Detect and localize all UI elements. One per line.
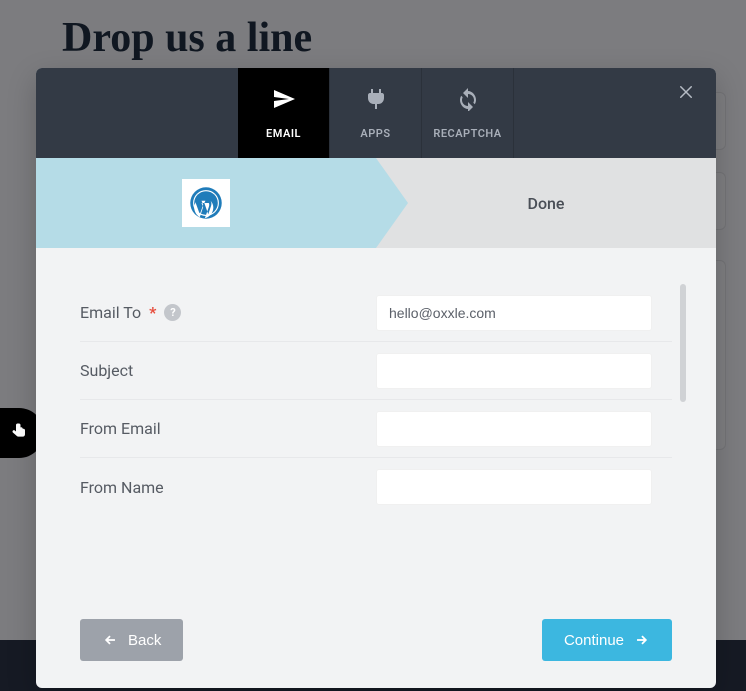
arrow-right-icon (634, 633, 650, 647)
input-from-name[interactable] (376, 469, 652, 505)
required-star: * (149, 303, 156, 322)
tab-email[interactable]: EMAIL (238, 68, 330, 158)
scrollbar[interactable] (680, 284, 686, 402)
hand-pointer-icon (10, 420, 28, 447)
settings-modal: EMAIL APPS RECAPTCHA (36, 68, 716, 688)
footer-actions: Back Continue (36, 592, 716, 688)
plug-icon (364, 87, 388, 117)
modal-tabs: EMAIL APPS RECAPTCHA (238, 68, 514, 158)
step-done[interactable]: Done (376, 158, 716, 248)
arrow-left-icon (102, 633, 118, 647)
step-label: Done (528, 194, 565, 213)
tab-recaptcha[interactable]: RECAPTCHA (422, 68, 514, 158)
label-text: Subject (80, 361, 133, 380)
stepper: Done (36, 158, 716, 248)
close-icon (677, 82, 695, 107)
tab-label: RECAPTCHA (433, 127, 501, 140)
button-label: Back (128, 632, 161, 649)
refresh-icon (456, 87, 480, 117)
label-subject: Subject (80, 361, 376, 380)
input-subject[interactable] (376, 353, 652, 389)
row-from-name: From Name (80, 458, 672, 516)
back-button[interactable]: Back (80, 619, 183, 661)
label-text: From Name (80, 478, 164, 497)
label-from-name: From Name (80, 478, 376, 497)
step-wordpress[interactable] (36, 158, 376, 248)
label-from-email: From Email (80, 419, 376, 438)
tab-apps[interactable]: APPS (330, 68, 422, 158)
tab-label: APPS (360, 127, 390, 140)
wordpress-icon (182, 179, 230, 227)
label-text: Email To (80, 303, 141, 322)
input-email-to[interactable] (376, 295, 652, 331)
help-icon[interactable]: ? (164, 304, 181, 321)
paper-plane-icon (272, 87, 296, 117)
tab-label: EMAIL (266, 127, 301, 140)
row-from-email: From Email (80, 400, 672, 458)
row-subject: Subject (80, 342, 672, 400)
continue-button[interactable]: Continue (542, 619, 672, 661)
input-from-email[interactable] (376, 411, 652, 447)
label-email-to: Email To * ? (80, 303, 376, 322)
button-label: Continue (564, 632, 624, 649)
row-email-to: Email To * ? (80, 284, 672, 342)
form-area: Email To * ? Subject From Email (36, 248, 716, 592)
modal-header: EMAIL APPS RECAPTCHA (36, 68, 716, 158)
close-button[interactable] (672, 80, 700, 108)
label-text: From Email (80, 419, 161, 438)
